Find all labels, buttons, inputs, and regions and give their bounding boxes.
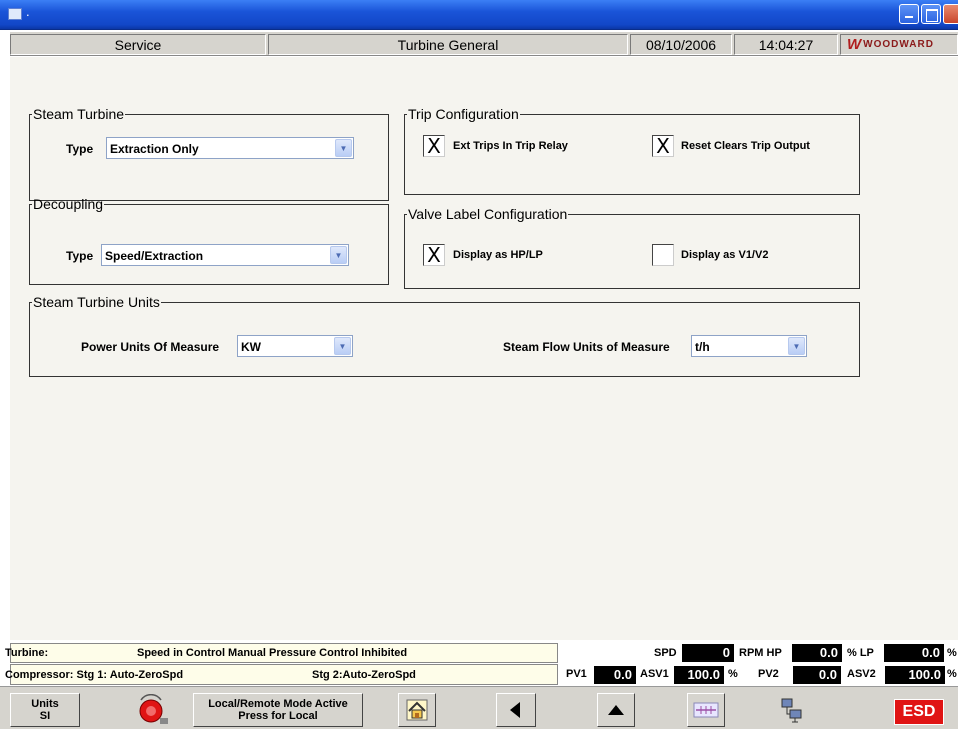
local-remote-mode-button[interactable]: Local/Remote Mode Active Press for Local [193, 693, 363, 727]
chevron-down-icon[interactable]: ▼ [334, 337, 351, 355]
time-display: 14:04:27 [734, 34, 838, 55]
woodward-logo-text: WOODWARD [863, 39, 934, 50]
reset-clears-checkbox[interactable]: X [652, 135, 674, 157]
network-icon [781, 698, 802, 723]
date-display: 08/10/2006 [630, 34, 732, 55]
steam-flow-units-dropdown[interactable]: t/h ▼ [691, 335, 807, 357]
header-bar: Service Turbine General 08/10/2006 14:04… [10, 30, 958, 56]
decoupling-type-label: Type [66, 249, 94, 263]
decoupling-type-value: Speed/Extraction [105, 249, 204, 263]
back-arrow-icon [510, 702, 520, 718]
valve-label-legend: Valve Label Configuration [408, 206, 568, 222]
steam-turbine-type-label: Type [66, 142, 94, 156]
chevron-down-icon[interactable]: ▼ [788, 337, 805, 355]
back-button[interactable] [496, 693, 536, 727]
esd-button[interactable]: ESD [894, 699, 944, 725]
woodward-logo: W WOODWARD [840, 34, 958, 55]
asv1-label: ASV1 [640, 668, 669, 680]
v1-v2-label: Display as V1/V2 [681, 249, 769, 261]
v1-v2-checkbox[interactable] [652, 244, 674, 266]
decoupling-type-dropdown[interactable]: Speed/Extraction ▼ [101, 244, 349, 266]
up-arrow-icon [608, 705, 624, 715]
main-panel: Steam Turbine Type Extraction Only ▼ Tri… [10, 57, 958, 640]
ext-trips-checkbox[interactable]: X [423, 135, 445, 157]
turbine-status-text: Speed in Control Manual Pressure Control… [137, 647, 408, 659]
chevron-down-icon[interactable]: ▼ [335, 139, 352, 157]
minimize-button[interactable] [899, 4, 919, 24]
steam-flow-units-label: Steam Flow Units of Measure [503, 340, 670, 354]
turbine-status-box: Turbine: Speed in Control Manual Pressur… [5, 643, 558, 663]
decoupling-legend: Decoupling [33, 196, 104, 212]
network-button[interactable] [772, 693, 812, 727]
mode-button-line2: Press for Local [238, 710, 318, 722]
units-button-line1: Units [31, 698, 59, 710]
asv2-value: 100.0 [885, 666, 945, 684]
home-button[interactable] [398, 693, 436, 727]
status-row-compressor: Compressor: Stg 1: Auto-ZeroSpd Stg 2:Au… [5, 664, 958, 686]
spd-value: 0 [682, 644, 734, 662]
units-legend: Steam Turbine Units [33, 294, 160, 310]
window-system-icon[interactable] [8, 8, 22, 20]
compressor-status-box: Compressor: Stg 1: Auto-ZeroSpd Stg 2:Au… [5, 664, 558, 685]
power-units-value: KW [241, 340, 261, 354]
pv1-label: PV1 [566, 668, 587, 680]
compressor-stg1-status: Compressor: Stg 1: Auto-ZeroSpd [5, 669, 184, 681]
pv1-value: 0.0 [594, 666, 636, 684]
mode-indicator: Service [10, 34, 266, 55]
bottom-toolbar: Units SI Local/Remote Mode Active Press … [0, 686, 958, 729]
mode-button-line1: Local/Remote Mode Active [208, 698, 348, 710]
steam-turbine-type-dropdown[interactable]: Extraction Only ▼ [106, 137, 354, 159]
rpm-hp-label: RPM HP [739, 647, 782, 659]
chevron-down-icon[interactable]: ▼ [330, 246, 347, 264]
pv2-label: PV2 [758, 668, 779, 680]
lp-value: 0.0 [884, 644, 944, 662]
ext-trips-label: Ext Trips In Trip Relay [453, 140, 568, 152]
lp-pct: % [947, 647, 957, 659]
home-icon [406, 699, 428, 721]
asv2-label: ASV2 [847, 668, 876, 680]
steam-flow-units-value: t/h [695, 340, 710, 354]
window-title: . [26, 4, 30, 19]
alarm-horn-icon [139, 694, 168, 724]
up-button[interactable] [597, 693, 635, 727]
asv1-value: 100.0 [674, 666, 724, 684]
reset-clears-label: Reset Clears Trip Output [681, 140, 810, 152]
left-edge [0, 30, 10, 729]
hp-lp-checkbox[interactable]: X [423, 244, 445, 266]
asv1-pct: % [728, 668, 738, 680]
steam-turbine-type-value: Extraction Only [110, 142, 199, 156]
valve-label-group: Valve Label Configuration [404, 207, 860, 289]
status-row-turbine: Turbine: Speed in Control Manual Pressur… [5, 643, 958, 663]
units-button[interactable]: Units SI [10, 693, 80, 727]
spd-label: SPD [654, 647, 677, 659]
pv2-value: 0.0 [793, 666, 841, 684]
window-title-bar: . [0, 0, 958, 30]
asv2-pct: % [947, 668, 957, 680]
close-button[interactable] [943, 4, 958, 24]
trend-button[interactable] [687, 693, 725, 727]
screen-title: Turbine General [268, 34, 628, 55]
maximize-button[interactable] [921, 4, 941, 24]
steam-turbine-legend: Steam Turbine [33, 106, 125, 122]
woodward-logo-icon: W [847, 36, 861, 53]
trend-icon [693, 702, 719, 718]
power-units-label: Power Units Of Measure [81, 340, 220, 354]
hp-value: 0.0 [792, 644, 842, 662]
compressor-stg2-status: Stg 2:Auto-ZeroSpd [312, 669, 416, 681]
alarm-horn-button[interactable] [134, 693, 172, 727]
lp-label: % LP [847, 647, 874, 659]
turbine-status-label: Turbine: [5, 647, 49, 659]
power-units-dropdown[interactable]: KW ▼ [237, 335, 353, 357]
hp-lp-label: Display as HP/LP [453, 249, 543, 261]
units-button-line2: SI [39, 710, 51, 722]
decoupling-group: Decoupling [29, 197, 389, 285]
trip-config-legend: Trip Configuration [408, 106, 519, 122]
